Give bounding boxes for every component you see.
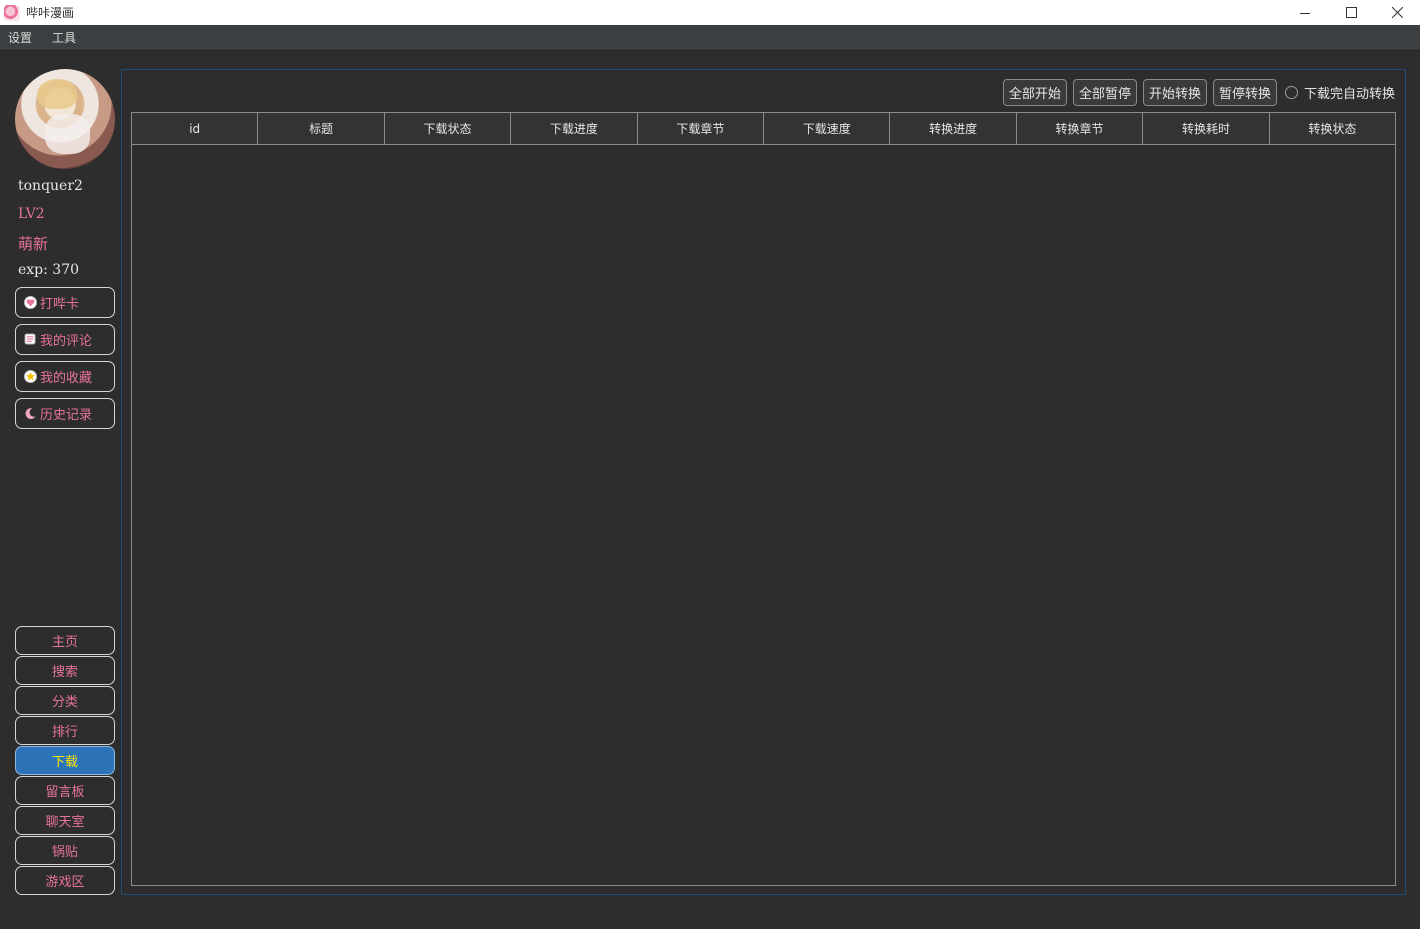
pause-all-button[interactable]: 全部暂停 [1072, 79, 1137, 106]
table-header: id 标题 下载状态 下载进度 下载章节 下载速度 转换进度 转换章节 转换耗时… [132, 113, 1395, 145]
nav-category[interactable]: 分类 [15, 686, 115, 715]
star-icon [24, 370, 37, 383]
app-icon [4, 4, 20, 21]
nav-game-zone[interactable]: 游戏区 [15, 866, 115, 895]
punch-in-button[interactable]: 打哔卡 [15, 287, 115, 318]
history-label: 历史记录 [40, 408, 93, 423]
nav-posts[interactable]: 锅贴 [15, 836, 115, 865]
auto-convert-option[interactable]: 下载完自动转换 [1284, 83, 1395, 102]
auto-convert-radio[interactable] [1284, 86, 1298, 99]
user-title: 萌新 [18, 235, 49, 253]
menu-settings[interactable]: 设置 [0, 25, 42, 51]
column-header-download-speed[interactable]: 下载速度 [764, 113, 891, 144]
heart-icon [24, 296, 37, 309]
download-table: id 标题 下载状态 下载进度 下载章节 下载速度 转换进度 转换章节 转换耗时… [131, 112, 1396, 886]
auto-convert-label: 下载完自动转换 [1303, 87, 1395, 102]
pause-convert-button[interactable]: 暂停转换 [1212, 79, 1277, 106]
avatar[interactable] [15, 69, 115, 169]
start-all-button[interactable]: 全部开始 [1002, 79, 1067, 106]
user-name: tonquer2 [18, 178, 83, 194]
user-level: LV2 [18, 206, 45, 222]
column-header-convert-progress[interactable]: 转换进度 [890, 113, 1017, 144]
minimize-button[interactable] [1282, 0, 1328, 25]
nav-rank[interactable]: 排行 [15, 716, 115, 745]
my-comments-button[interactable]: 我的评论 [15, 324, 115, 355]
download-panel: 全部开始 全部暂停 开始转换 暂停转换 下载完自动转换 id 标题 下载状态 下… [121, 69, 1406, 895]
column-header-download-progress[interactable]: 下载进度 [511, 113, 638, 144]
my-comments-label: 我的评论 [40, 334, 93, 349]
start-convert-button[interactable]: 开始转换 [1142, 79, 1207, 106]
avatar-hair [37, 79, 77, 109]
download-toolbar: 全部开始 全部暂停 开始转换 暂停转换 下载完自动转换 [1002, 79, 1395, 106]
column-header-title[interactable]: 标题 [258, 113, 385, 144]
column-header-download-chapter[interactable]: 下载章节 [638, 113, 765, 144]
window-controls [1282, 0, 1420, 25]
avatar-figure [45, 114, 90, 154]
history-button[interactable]: 历史记录 [15, 398, 115, 429]
window-title: 哔咔漫画 [26, 6, 75, 20]
user-exp: exp: 370 [18, 262, 80, 278]
nav-search[interactable]: 搜索 [15, 656, 115, 685]
nav-chat-room[interactable]: 聊天室 [15, 806, 115, 835]
minimize-icon [1300, 12, 1310, 14]
maximize-button[interactable] [1328, 0, 1374, 25]
column-header-convert-status[interactable]: 转换状态 [1270, 113, 1395, 144]
menu-tools[interactable]: 工具 [42, 25, 86, 51]
column-header-convert-time[interactable]: 转换耗时 [1143, 113, 1270, 144]
punch-in-label: 打哔卡 [40, 297, 80, 312]
column-header-convert-chapter[interactable]: 转换章节 [1017, 113, 1144, 144]
nav-message-board[interactable]: 留言板 [15, 776, 115, 805]
menu-bar: 设置 工具 [0, 25, 1420, 51]
my-favorites-button[interactable]: 我的收藏 [15, 361, 115, 392]
title-bar: 哔咔漫画 [0, 0, 1420, 25]
nav-home[interactable]: 主页 [15, 626, 115, 655]
column-header-download-status[interactable]: 下载状态 [385, 113, 512, 144]
my-favorites-label: 我的收藏 [40, 371, 93, 386]
nav-download[interactable]: 下载 [15, 746, 115, 775]
close-icon [1391, 7, 1403, 18]
comment-icon [24, 333, 36, 345]
moon-icon [25, 408, 36, 419]
column-header-id[interactable]: id [132, 113, 259, 144]
close-button[interactable] [1374, 0, 1420, 25]
maximize-icon [1345, 7, 1357, 18]
